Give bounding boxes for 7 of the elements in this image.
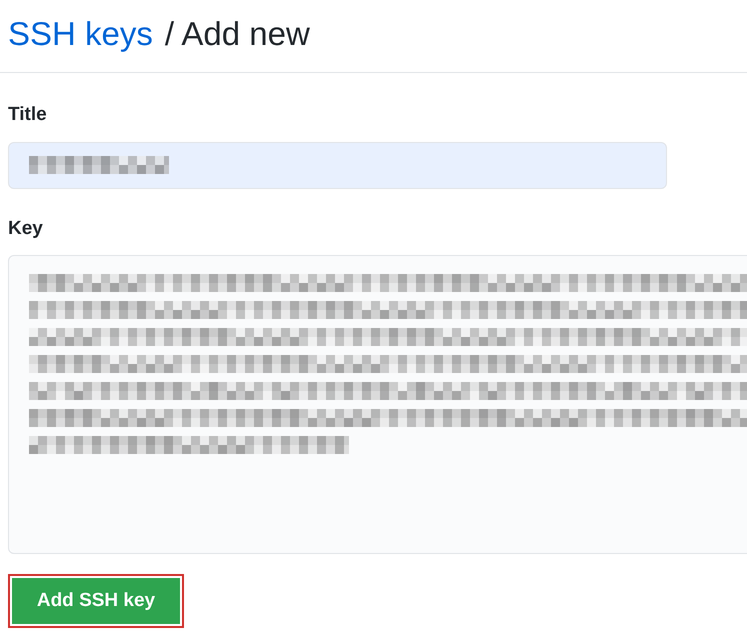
key-label: Key [8, 216, 44, 240]
title-field[interactable] [8, 142, 667, 188]
key-field[interactable] [8, 255, 747, 554]
ssh-keys-link[interactable]: SSH keys [8, 12, 153, 56]
add-ssh-key-button[interactable]: Add SSH key [12, 578, 180, 624]
title-label: Title [8, 103, 48, 127]
page-heading: / Add new [164, 14, 310, 54]
